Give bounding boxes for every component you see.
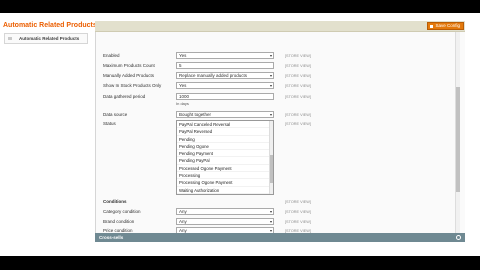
- scope-label: [STORE VIEW]: [285, 210, 311, 214]
- chevron-down-icon: [270, 210, 272, 213]
- status-option[interactable]: Pending Ogone: [177, 143, 273, 151]
- dropdown-scrollbar-thumb[interactable]: [270, 155, 273, 183]
- content-header: Save Config: [95, 21, 465, 32]
- select-value: Bought together: [179, 112, 212, 117]
- field-row-data-source: Data source Bought together [STORE VIEW]: [96, 111, 456, 119]
- config-fieldset: Enabled Yes [STORE VIEW] Maximum Product…: [95, 32, 465, 235]
- status-option[interactable]: Processing: [177, 172, 273, 180]
- crosssells-title: Cross-sells: [99, 235, 124, 240]
- field-hint: In days: [176, 101, 189, 106]
- category-condition-select[interactable]: Any: [176, 208, 274, 215]
- field-label: Data source: [103, 112, 128, 117]
- crosssells-section-header[interactable]: Cross-sells: [95, 233, 465, 242]
- field-label: Status: [103, 121, 116, 126]
- field-row-enabled: Enabled Yes [STORE VIEW]: [96, 52, 456, 60]
- select-value: Any: [179, 209, 187, 214]
- select-value: Yes: [179, 83, 187, 88]
- scope-label: [STORE VIEW]: [285, 220, 311, 224]
- select-value: Yes: [179, 53, 187, 58]
- chevron-down-icon: [270, 74, 272, 77]
- dropdown-scrollbar[interactable]: [269, 121, 273, 194]
- scope-label: [STORE VIEW]: [285, 200, 311, 204]
- chevron-down-icon: [270, 84, 272, 87]
- status-option[interactable]: Waiting Authorization: [177, 187, 273, 194]
- max-products-input[interactable]: 5: [176, 62, 274, 69]
- brand-condition-select[interactable]: Any: [176, 218, 274, 225]
- gear-icon: [456, 235, 461, 240]
- field-label: Category condition: [103, 209, 141, 214]
- scope-label: [STORE VIEW]: [285, 84, 311, 88]
- in-stock-select[interactable]: Yes: [176, 82, 274, 89]
- scope-label: [STORE VIEW]: [285, 54, 311, 58]
- field-row-max-products: Maximum Products Count 5 [STORE VIEW]: [96, 62, 456, 70]
- field-label: Brand condition: [103, 219, 135, 224]
- page-scrollbar[interactable]: [455, 32, 460, 235]
- period-input[interactable]: 1000: [176, 93, 274, 100]
- status-option[interactable]: PayPal Reversed: [177, 128, 273, 136]
- select-value: Replace manually added products: [179, 73, 248, 78]
- chevron-down-icon: [270, 220, 272, 223]
- data-source-select[interactable]: Bought together: [176, 111, 274, 118]
- field-row-status: Status [STORE VIEW]: [96, 120, 456, 128]
- chevron-down-icon: [270, 54, 272, 57]
- status-multiselect[interactable]: PayPal Canceled Reversal PayPal Reversed…: [176, 120, 274, 195]
- field-label: Show In Stock Products Only: [103, 83, 162, 88]
- save-icon: [430, 24, 434, 28]
- left-column: Automatic Related Products Automatic Rel…: [0, 13, 97, 256]
- conditions-title: Conditions: [103, 199, 127, 204]
- status-option[interactable]: Processed Ogone Payment: [177, 165, 273, 173]
- screen: Automatic Related Products Automatic Rel…: [0, 0, 480, 270]
- field-label: Maximum Products Count: [103, 63, 155, 68]
- field-row-period-hint: In days: [96, 100, 456, 108]
- scope-label: [STORE VIEW]: [285, 64, 311, 68]
- status-option[interactable]: PayPal Canceled Reversal: [177, 121, 273, 129]
- field-row-manually-added: Manually Added Products Replace manually…: [96, 72, 456, 80]
- field-row-in-stock: Show In Stock Products Only Yes [STORE V…: [96, 82, 456, 90]
- chevron-down-icon: [270, 113, 272, 116]
- field-row-category-condition: Category condition Any [STORE VIEW]: [96, 208, 456, 216]
- page-scrollbar-thumb[interactable]: [456, 87, 460, 192]
- tab-automatic-related-products[interactable]: Automatic Related Products: [4, 33, 88, 44]
- scope-label: [STORE VIEW]: [285, 113, 311, 117]
- admin-page: Automatic Related Products Automatic Rel…: [0, 13, 480, 256]
- enabled-select[interactable]: Yes: [176, 52, 274, 59]
- manually-added-select[interactable]: Replace manually added products: [176, 72, 274, 79]
- status-option[interactable]: Pending PayPal: [177, 157, 273, 165]
- status-option[interactable]: Pending: [177, 136, 273, 143]
- field-row-brand-condition: Brand condition Any [STORE VIEW]: [96, 218, 456, 226]
- field-label: Manually Added Products: [103, 73, 155, 78]
- select-value: Any: [179, 219, 187, 224]
- field-label: Enabled: [103, 53, 120, 58]
- scope-label: [STORE VIEW]: [285, 74, 311, 78]
- scope-label: [STORE VIEW]: [285, 122, 311, 126]
- status-option[interactable]: Processing Ogone Payment: [177, 179, 273, 187]
- status-option[interactable]: Pending Payment: [177, 150, 273, 158]
- save-config-button[interactable]: Save Config: [427, 22, 464, 30]
- chevron-down-icon: [270, 229, 272, 232]
- save-config-label: Save Config: [435, 23, 460, 28]
- page-title: Automatic Related Products: [3, 22, 97, 29]
